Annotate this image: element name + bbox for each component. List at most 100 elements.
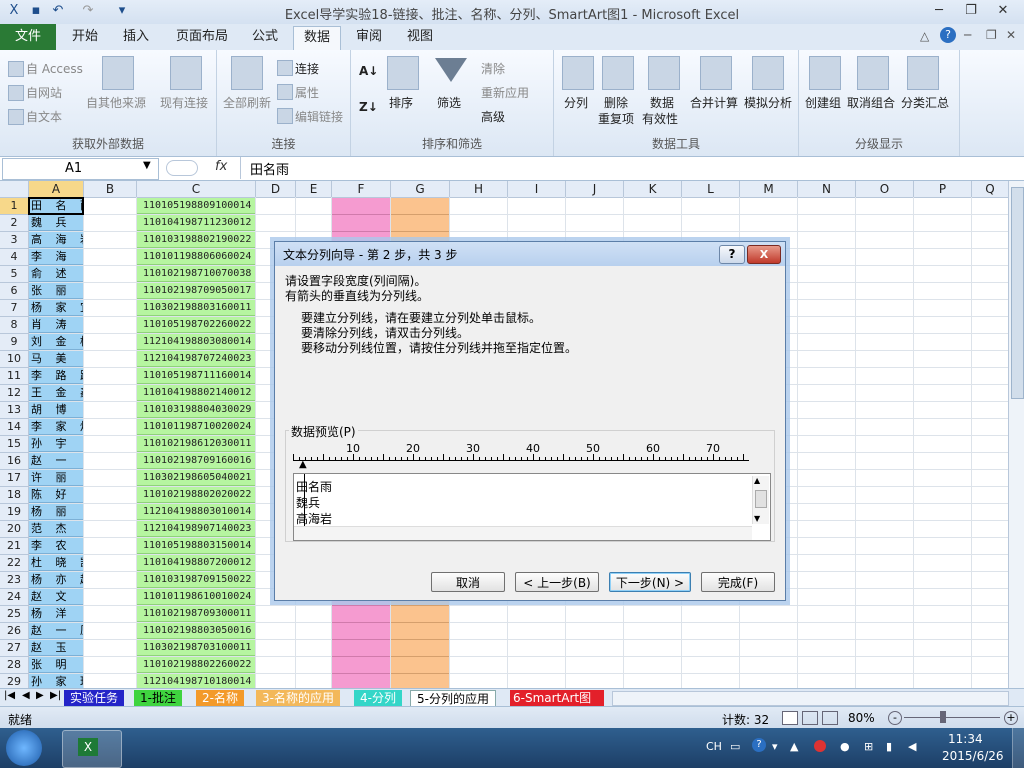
cell-name[interactable]: 马 美 xyxy=(29,351,83,367)
row-header[interactable]: 5 xyxy=(0,266,29,283)
clock-time[interactable]: 11:34 xyxy=(948,732,983,746)
from-text-button[interactable]: 自文本 xyxy=(26,108,62,125)
tray-expand-icon[interactable]: ▲ xyxy=(790,740,798,753)
back-button[interactable]: < 上一步(B) xyxy=(515,572,599,592)
first-sheet-icon[interactable]: |◀ xyxy=(4,690,15,701)
windows-flag-icon[interactable]: ⊞ xyxy=(864,740,873,753)
column-header[interactable]: Q xyxy=(972,181,1008,198)
formula-bar-toggle[interactable] xyxy=(166,160,198,176)
cell-id[interactable]: 110105198711160014 xyxy=(137,368,255,384)
cell-name[interactable]: 李 路 路 xyxy=(29,368,83,384)
row-header[interactable]: 4 xyxy=(0,249,29,266)
page-layout-view-icon[interactable] xyxy=(802,711,818,725)
cell-name[interactable]: 田 名 雨 xyxy=(28,197,84,215)
text-to-columns-button[interactable]: 分列 xyxy=(564,94,588,111)
row-header[interactable]: 9 xyxy=(0,334,29,351)
refresh-all-button[interactable]: 全部刷新 xyxy=(223,94,271,111)
row-header[interactable]: 29 xyxy=(0,674,29,688)
cell-name[interactable]: 赵 一 xyxy=(29,453,83,469)
cell-id[interactable]: 110105198809100014 xyxy=(137,198,255,214)
column-header[interactable]: E xyxy=(296,181,332,198)
row-header[interactable]: 6 xyxy=(0,283,29,300)
doc-close-icon[interactable]: ✕ xyxy=(1006,28,1016,42)
cell-name[interactable]: 李 家 烽 xyxy=(29,419,83,435)
column-header[interactable]: D xyxy=(256,181,296,198)
name-box-dropdown-icon[interactable]: ▼ xyxy=(143,160,151,171)
cell-f[interactable] xyxy=(332,215,390,232)
cell-name[interactable]: 李 农 xyxy=(29,538,83,554)
vscroll-thumb[interactable] xyxy=(1011,187,1024,399)
from-other-sources-button[interactable]: 自其他来源 xyxy=(86,94,146,111)
row-header[interactable]: 3 xyxy=(0,232,29,249)
ungroup-button[interactable]: 取消组合 xyxy=(847,94,895,111)
cell-id[interactable]: 110102198802260022 xyxy=(137,657,255,673)
row-header[interactable]: 7 xyxy=(0,300,29,317)
cell-id[interactable]: 112104198803080014 xyxy=(137,334,255,350)
select-all-corner[interactable] xyxy=(0,181,29,198)
cell-id[interactable]: 110105198803150014 xyxy=(137,538,255,554)
column-header[interactable]: G xyxy=(391,181,450,198)
clear-button[interactable]: 清除 xyxy=(481,60,505,77)
row-header[interactable]: 11 xyxy=(0,368,29,385)
sheet-tab-2[interactable]: 1-批注 xyxy=(134,690,182,706)
data-validation-button[interactable]: 数据 xyxy=(650,94,674,111)
column-header[interactable]: P xyxy=(914,181,972,198)
cell-g[interactable] xyxy=(391,198,449,215)
zoom-out-icon[interactable]: - xyxy=(888,711,902,725)
cell-name[interactable]: 魏 兵 xyxy=(29,215,83,231)
remove-duplicates-button[interactable]: 删除 xyxy=(604,94,628,111)
group-button[interactable]: 创建组 xyxy=(805,94,841,111)
cell-name[interactable]: 张 丽 xyxy=(29,283,83,299)
sheet-tab-7[interactable]: 6-SmartArt图 xyxy=(510,690,604,706)
ime-help-icon[interactable]: ? xyxy=(752,738,766,752)
tab-page-layout[interactable]: 页面布局 xyxy=(166,26,238,48)
cell-id[interactable]: 110102198802020022 xyxy=(137,487,255,503)
zoom-slider-thumb[interactable] xyxy=(940,711,946,723)
cell-name[interactable]: 陈 好 xyxy=(29,487,83,503)
from-web-button[interactable]: 自网站 xyxy=(26,84,62,101)
column-header[interactable]: M xyxy=(740,181,798,198)
row-header[interactable]: 13 xyxy=(0,402,29,419)
edit-links-button[interactable]: 编辑链接 xyxy=(295,108,343,125)
show-desktop-button[interactable] xyxy=(1012,728,1024,768)
name-box[interactable]: A1 ▼ xyxy=(2,158,159,180)
cell-g[interactable] xyxy=(391,606,449,623)
row-header[interactable]: 17 xyxy=(0,470,29,487)
cell-id[interactable]: 110102198612030011 xyxy=(137,436,255,452)
zoom-in-icon[interactable]: + xyxy=(1004,711,1018,725)
consolidate-button[interactable]: 合并计算 xyxy=(690,94,738,111)
cell-name[interactable]: 李 海 xyxy=(29,249,83,265)
row-header[interactable]: 8 xyxy=(0,317,29,334)
dialog-close-button[interactable]: X xyxy=(747,245,781,264)
cell-id[interactable]: 110302198803160011 xyxy=(137,300,255,316)
cell-id[interactable]: 112104198907140023 xyxy=(137,521,255,537)
cell-id[interactable]: 110105198702260022 xyxy=(137,317,255,333)
row-header[interactable]: 10 xyxy=(0,351,29,368)
dialog-help-button[interactable]: ? xyxy=(719,245,745,264)
cell-g[interactable] xyxy=(391,215,449,232)
preview-scroll-down-icon[interactable]: ▼ xyxy=(754,514,760,523)
filter-button[interactable]: 筛选 xyxy=(437,94,461,111)
row-header[interactable]: 20 xyxy=(0,521,29,538)
cell-id[interactable]: 110302198605040021 xyxy=(137,470,255,486)
cell-id[interactable]: 110101198610010024 xyxy=(137,589,255,605)
cell-g[interactable] xyxy=(391,657,449,674)
doc-minimize-icon[interactable]: ─ xyxy=(964,28,971,42)
column-header[interactable]: F xyxy=(332,181,391,198)
restore-button[interactable]: ❐ xyxy=(958,2,984,20)
row-header[interactable]: 2 xyxy=(0,215,29,232)
help-icon[interactable]: ? xyxy=(940,27,956,43)
cell-f[interactable] xyxy=(332,198,390,215)
column-ruler[interactable]: 10 20 30 40 50 60 70 ▲ xyxy=(293,442,749,470)
column-header[interactable]: A xyxy=(29,181,84,198)
column-header[interactable]: C xyxy=(137,181,256,198)
column-header[interactable]: K xyxy=(624,181,682,198)
cell-id[interactable]: 110104198807200012 xyxy=(137,555,255,571)
cell-g[interactable] xyxy=(391,674,449,688)
cell-id[interactable]: 112104198710180014 xyxy=(137,674,255,688)
cell-id[interactable]: 110103198802190022 xyxy=(137,232,255,248)
column-header[interactable]: H xyxy=(450,181,508,198)
row-header[interactable]: 16 xyxy=(0,453,29,470)
horizontal-scrollbar[interactable] xyxy=(612,691,1009,706)
cell-name[interactable]: 杨 亦 超 xyxy=(29,572,83,588)
